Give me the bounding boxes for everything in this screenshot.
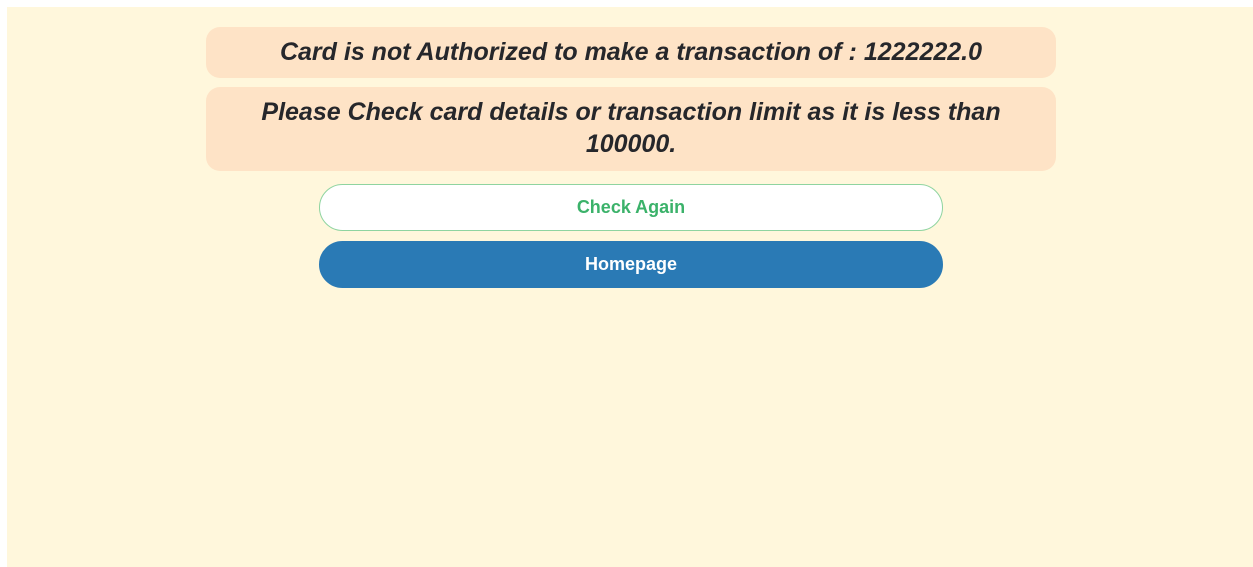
transaction-result-page: Card is not Authorized to make a transac…: [7, 7, 1253, 567]
authorization-error-message: Card is not Authorized to make a transac…: [206, 27, 1056, 78]
homepage-button[interactable]: Homepage: [319, 241, 943, 288]
transaction-limit-hint: Please Check card details or transaction…: [206, 87, 1056, 171]
check-again-button[interactable]: Check Again: [319, 184, 943, 231]
